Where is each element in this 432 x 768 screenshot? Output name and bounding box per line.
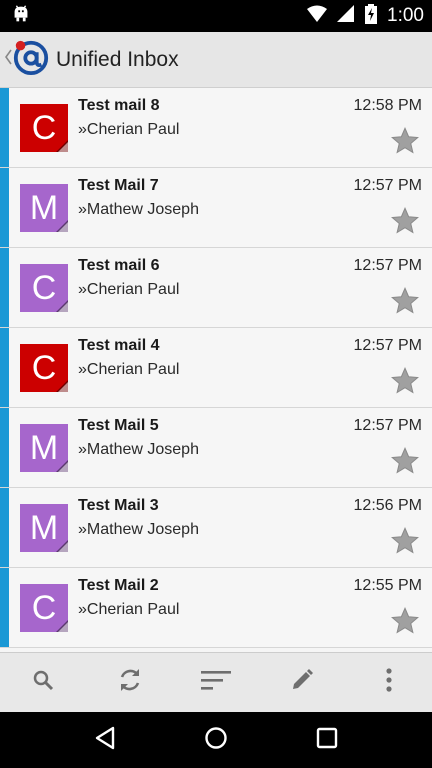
avatar-letter: C [31, 348, 57, 387]
overflow-menu-icon [385, 667, 393, 698]
message-time: 12:57 PM [353, 417, 422, 434]
star-icon [390, 126, 420, 160]
avatar-letter: M [29, 508, 59, 547]
contact-avatar[interactable]: M [20, 184, 68, 232]
home-icon [204, 726, 228, 755]
bottom-toolbar [0, 652, 432, 712]
contact-avatar[interactable]: C [20, 344, 68, 392]
contact-avatar[interactable]: M [20, 504, 68, 552]
contact-avatar[interactable]: C [20, 264, 68, 312]
navigation-bar [0, 712, 432, 768]
message-sender: »Mathew Joseph [78, 441, 199, 458]
message-subject: Test Mail 5 [78, 417, 159, 434]
message-subject: Test mail 8 [78, 97, 160, 114]
star-button[interactable] [390, 126, 420, 156]
message-row[interactable]: M Test Mail 5 »Mathew Joseph 12:57 PM [0, 408, 432, 488]
avatar-letter: C [31, 268, 57, 307]
message-time: 12:58 PM [353, 97, 422, 114]
message-list[interactable]: C Test mail 8 »Cherian Paul 12:58 PM M T… [0, 88, 432, 652]
message-row[interactable]: M Test Mail 3 »Mathew Joseph 12:56 PM [0, 488, 432, 568]
star-icon [390, 366, 420, 400]
back-icon [94, 726, 116, 755]
overflow-menu-button[interactable] [346, 653, 432, 713]
avatar-letter: C [31, 588, 57, 627]
message-sender: »Cherian Paul [78, 601, 180, 618]
unread-indicator [0, 168, 9, 247]
unread-indicator [0, 408, 9, 487]
message-subject: Test Mail 7 [78, 177, 159, 194]
message-subject: Test Mail 2 [78, 577, 159, 594]
refresh-icon [116, 666, 144, 699]
at-sign-app-icon [12, 38, 50, 81]
star-button[interactable] [390, 366, 420, 396]
star-icon [390, 206, 420, 240]
message-time: 12:57 PM [353, 257, 422, 274]
unread-indicator [0, 568, 9, 647]
message-row[interactable]: C Test mail 6 »Cherian Paul 12:57 PM [0, 248, 432, 328]
message-sender: »Cherian Paul [78, 281, 180, 298]
screen: 1:00 Unified Inbox C Test mail 8 »Cheria… [0, 0, 432, 768]
chevron-left-icon [4, 49, 12, 70]
star-icon [390, 606, 420, 640]
search-button[interactable] [0, 653, 86, 713]
star-button[interactable] [390, 206, 420, 236]
star-button[interactable] [390, 606, 420, 636]
message-time: 12:56 PM [353, 497, 422, 514]
message-row[interactable]: C Test mail 8 »Cherian Paul 12:58 PM [0, 88, 432, 168]
sort-icon [201, 669, 232, 696]
up-button[interactable] [0, 32, 50, 88]
status-time: 1:00 [387, 5, 424, 26]
android-debug-icon [10, 3, 32, 30]
search-icon [31, 668, 55, 697]
compose-button[interactable] [259, 653, 345, 713]
status-bar: 1:00 [0, 0, 432, 32]
star-icon [390, 286, 420, 320]
message-row[interactable]: C Test mail 4 »Cherian Paul 12:57 PM [0, 328, 432, 408]
home-button[interactable] [192, 716, 240, 764]
signal-icon [337, 4, 355, 28]
star-button[interactable] [390, 446, 420, 476]
message-sender: »Mathew Joseph [78, 521, 199, 538]
contact-avatar[interactable]: M [20, 424, 68, 472]
message-subject: Test mail 6 [78, 257, 160, 274]
recents-icon [316, 727, 338, 754]
app-bar: Unified Inbox [0, 32, 432, 88]
refresh-button[interactable] [86, 653, 172, 713]
message-sender: »Cherian Paul [78, 121, 180, 138]
message-sender: »Mathew Joseph [78, 201, 199, 218]
unread-indicator [0, 248, 9, 327]
compose-icon [290, 668, 314, 697]
unread-indicator [0, 88, 9, 167]
message-subject: Test mail 4 [78, 337, 160, 354]
message-time: 12:55 PM [353, 577, 422, 594]
message-sender: »Cherian Paul [78, 361, 180, 378]
message-time: 12:57 PM [353, 337, 422, 354]
app-title: Unified Inbox [56, 47, 179, 71]
sort-button[interactable] [173, 653, 259, 713]
unread-indicator [0, 488, 9, 567]
message-time: 12:57 PM [353, 177, 422, 194]
back-button[interactable] [81, 716, 129, 764]
contact-avatar[interactable]: C [20, 104, 68, 152]
message-row[interactable]: M Test Mail 7 »Mathew Joseph 12:57 PM [0, 168, 432, 248]
unread-indicator [0, 328, 9, 407]
battery-charging-icon [365, 3, 378, 29]
recents-button[interactable] [303, 716, 351, 764]
message-row[interactable]: C Test Mail 2 »Cherian Paul 12:55 PM [0, 568, 432, 648]
star-icon [390, 446, 420, 480]
contact-avatar[interactable]: C [20, 584, 68, 632]
star-icon [390, 526, 420, 560]
star-button[interactable] [390, 286, 420, 316]
star-button[interactable] [390, 526, 420, 556]
message-subject: Test Mail 3 [78, 497, 159, 514]
avatar-letter: M [29, 188, 59, 227]
avatar-letter: C [31, 108, 57, 147]
wifi-icon [307, 5, 328, 28]
avatar-letter: M [29, 428, 59, 467]
